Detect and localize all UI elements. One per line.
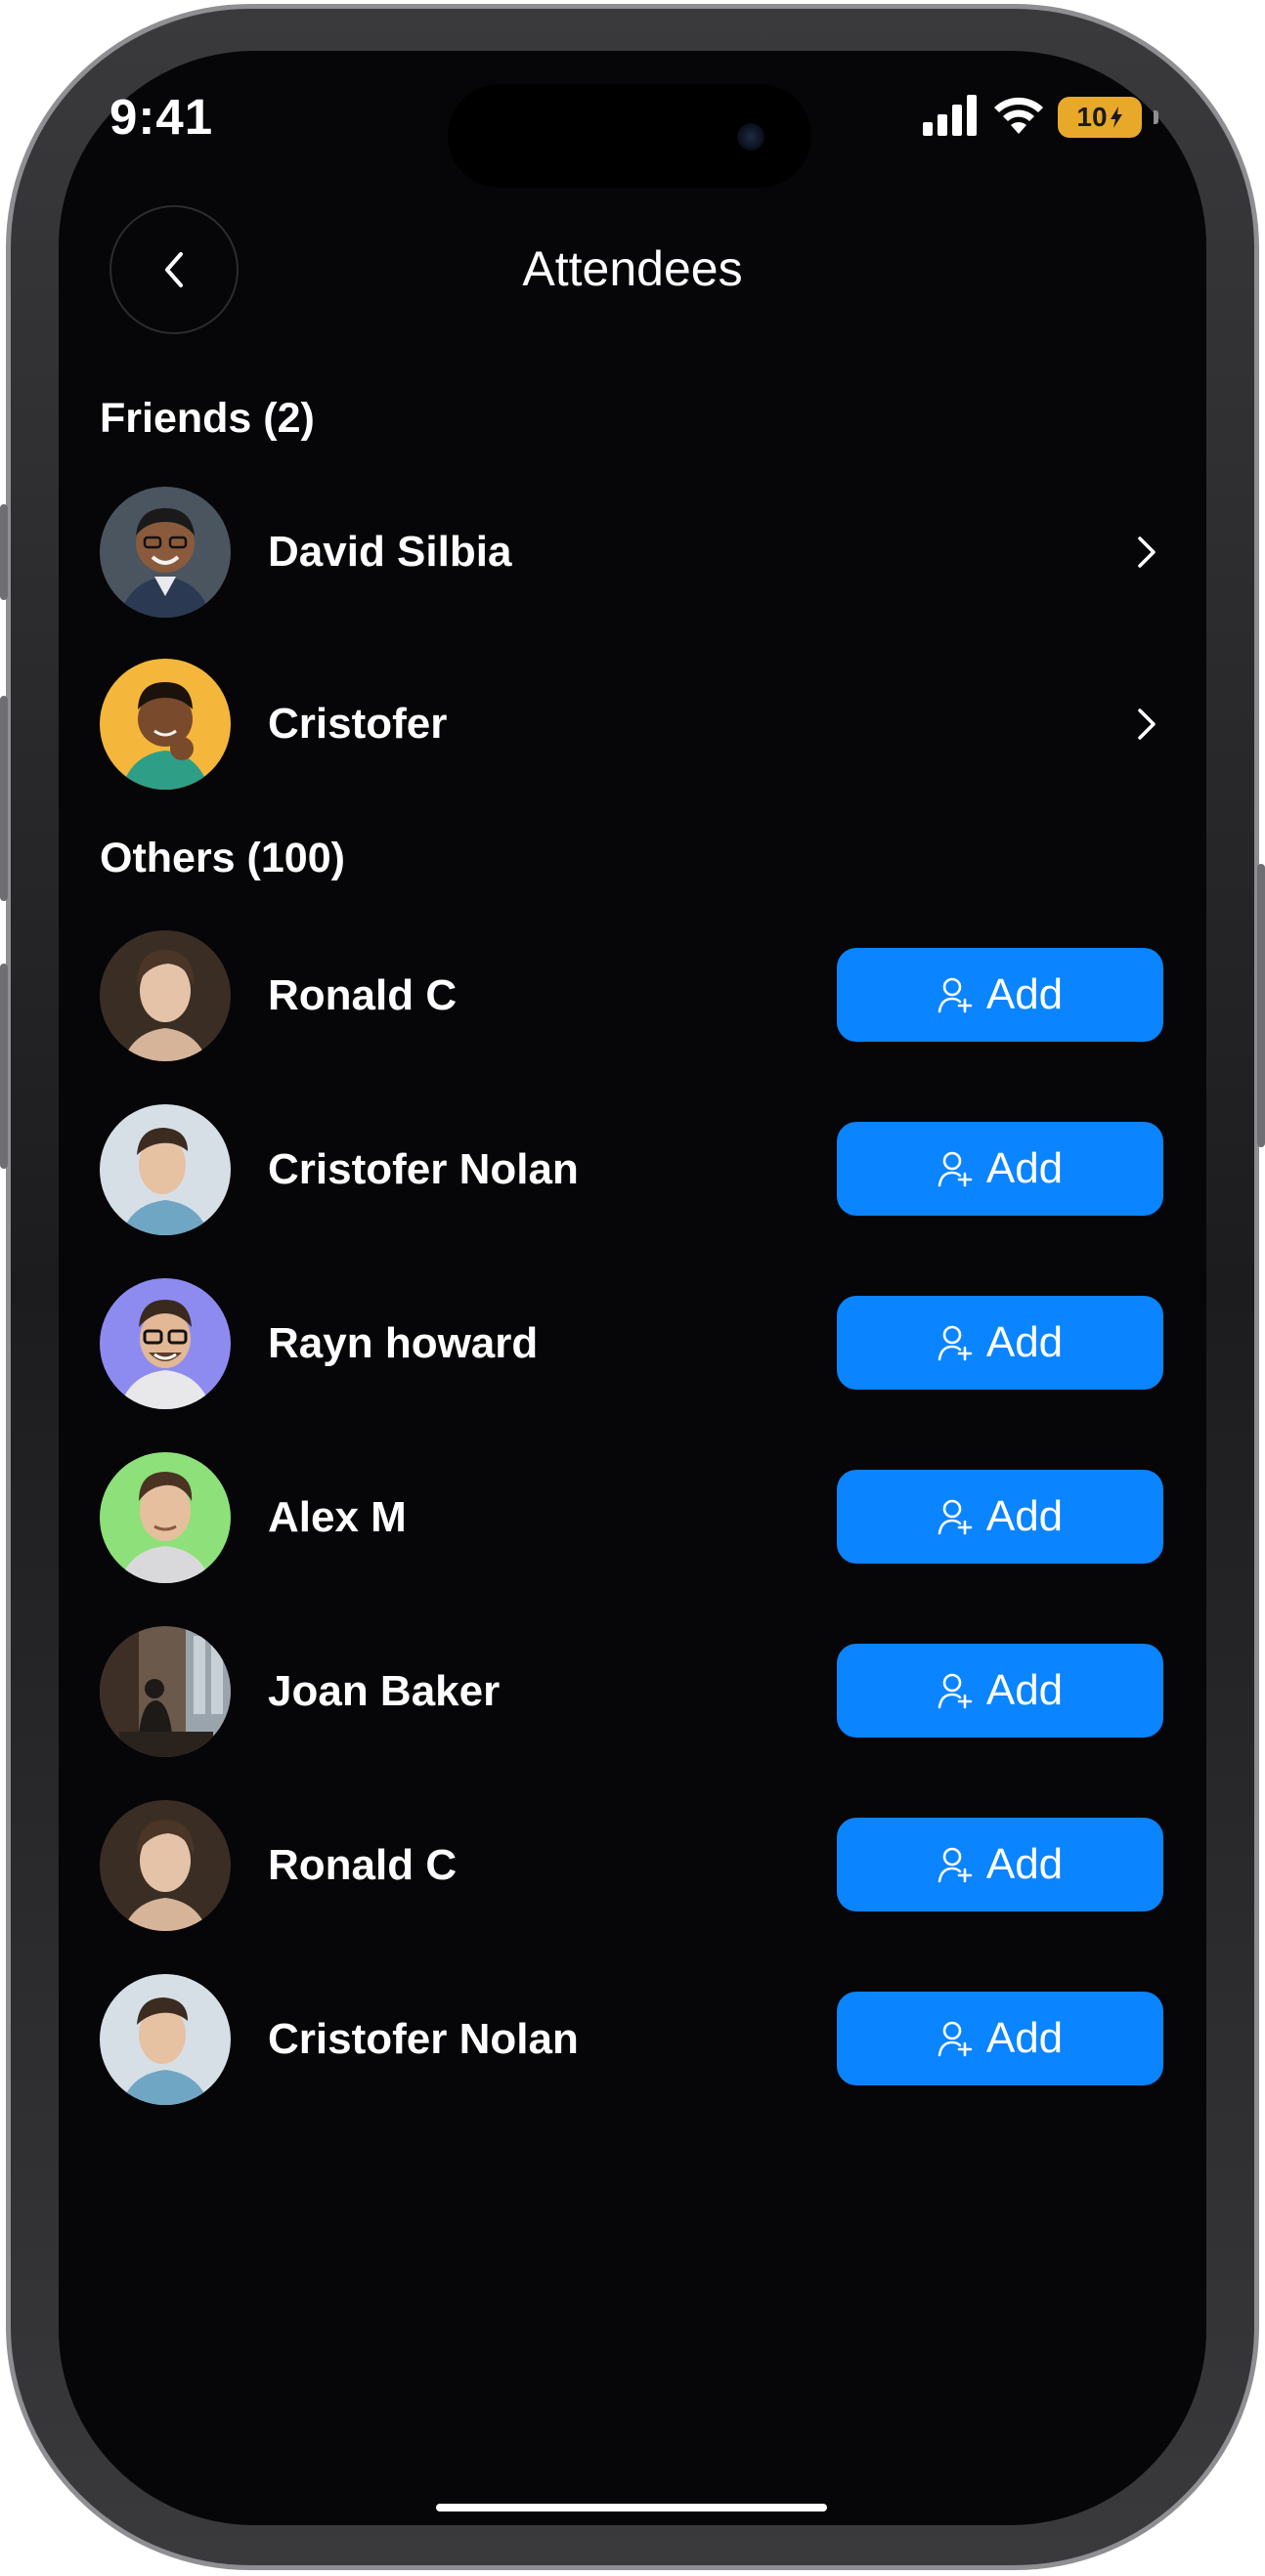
page-title: Attendees xyxy=(522,241,743,296)
chevron-right-icon[interactable] xyxy=(1126,533,1165,572)
add-button-label: Add xyxy=(985,1666,1064,1714)
add-button-label: Add xyxy=(985,1318,1064,1366)
add-button-label: Add xyxy=(985,2014,1064,2062)
friend-row-david-silbia[interactable]: David Silbia xyxy=(100,487,1165,618)
add-friend-button[interactable]: Add xyxy=(837,1644,1163,1738)
home-indicator[interactable] xyxy=(436,2504,827,2512)
add-friend-button[interactable]: Add xyxy=(837,1992,1163,2085)
wifi-icon xyxy=(991,95,1046,141)
volume-down-button xyxy=(0,964,8,1169)
avatar xyxy=(100,659,231,790)
avatar xyxy=(100,1452,231,1583)
add-user-icon xyxy=(938,1673,973,1709)
status-time: 9:41 xyxy=(109,89,214,145)
add-user-icon xyxy=(938,1151,973,1187)
add-friend-button[interactable]: Add xyxy=(837,1470,1163,1564)
front-camera xyxy=(737,123,764,150)
avatar xyxy=(100,487,231,618)
avatar xyxy=(100,930,231,1061)
battery-cap xyxy=(1154,110,1158,124)
add-button-label: Add xyxy=(985,1840,1064,1888)
friend-row-cristofer[interactable]: Cristofer xyxy=(100,659,1165,790)
dynamic-island xyxy=(448,84,811,188)
battery-level: 10 xyxy=(1076,102,1108,132)
friend-name: David Silbia xyxy=(268,528,512,576)
add-friend-button[interactable]: Add xyxy=(837,1122,1163,1216)
avatar xyxy=(100,1800,231,1931)
others-heading: Others (100) xyxy=(100,835,345,881)
status-icons: 10 xyxy=(923,94,1158,141)
cellular-signal-icon xyxy=(923,94,980,141)
add-friend-button[interactable]: Add xyxy=(837,948,1163,1042)
power-button xyxy=(1257,864,1265,1147)
friends-heading: Friends (2) xyxy=(100,395,315,442)
avatar xyxy=(100,1974,231,2105)
charging-bolt-icon xyxy=(1110,107,1122,128)
add-user-icon xyxy=(938,2021,973,2057)
action-button xyxy=(0,504,8,600)
add-friend-button[interactable]: Add xyxy=(837,1818,1163,1911)
add-button-label: Add xyxy=(985,1144,1064,1192)
add-friend-button[interactable]: Add xyxy=(837,1296,1163,1390)
add-user-icon xyxy=(938,1325,973,1361)
avatar xyxy=(100,1104,231,1235)
avatar xyxy=(100,1278,231,1409)
add-user-icon xyxy=(938,977,973,1013)
volume-up-button xyxy=(0,696,8,901)
chevron-right-icon[interactable] xyxy=(1126,705,1165,744)
add-user-icon xyxy=(938,1847,973,1883)
add-button-label: Add xyxy=(985,1492,1064,1540)
battery-icon: 10 xyxy=(1058,97,1142,138)
add-user-icon xyxy=(938,1499,973,1535)
add-button-label: Add xyxy=(985,970,1064,1018)
friend-name: Cristofer xyxy=(268,700,448,748)
avatar xyxy=(100,1626,231,1757)
